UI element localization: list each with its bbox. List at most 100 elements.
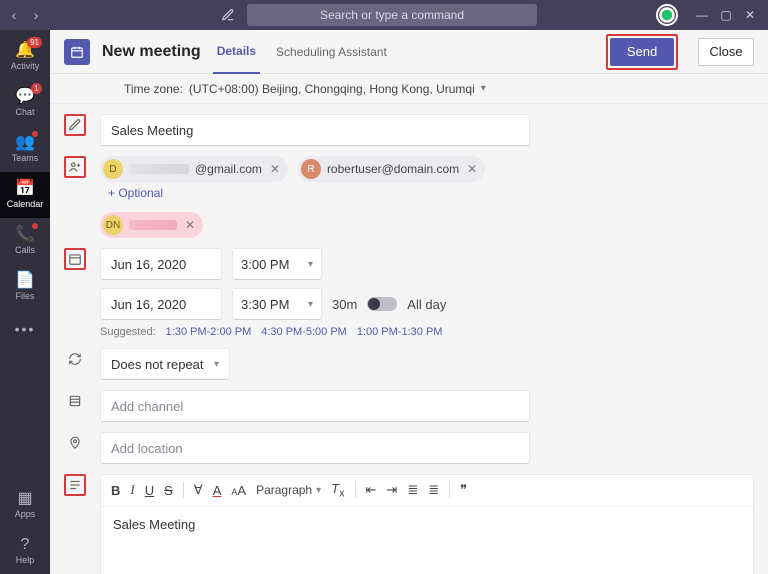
avatar[interactable] — [656, 4, 678, 26]
window-close-icon[interactable]: ✕ — [738, 8, 762, 22]
calendar-header-icon — [64, 39, 90, 65]
strike-button[interactable]: S — [164, 483, 173, 498]
end-date-input[interactable]: Jun 16, 2020 — [100, 288, 222, 320]
description-body[interactable]: Sales Meeting — [101, 507, 753, 574]
rail-label: Teams — [12, 153, 39, 163]
page-header: New meeting Details Scheduling Assistant… — [50, 30, 768, 74]
bulletlist-button[interactable]: ≣ — [407, 482, 418, 498]
rail-label: Calls — [15, 245, 35, 255]
rail-label: Chat — [15, 107, 34, 117]
rail-label: Calendar — [7, 199, 44, 209]
rail-more-icon[interactable]: ••• — [15, 314, 36, 344]
rail-teams[interactable]: 👥 Teams — [0, 126, 50, 172]
close-button[interactable]: Close — [698, 38, 754, 66]
repeat-select[interactable]: Does not repeat▾ — [100, 348, 230, 380]
suggested-time[interactable]: 4:30 PM-5:00 PM — [261, 326, 347, 338]
quote-button[interactable]: ❞ — [460, 482, 467, 498]
send-button[interactable]: Send — [610, 38, 674, 66]
nav-back-icon[interactable]: ‹ — [6, 7, 22, 23]
tab-details[interactable]: Details — [213, 30, 260, 74]
help-icon: ? — [21, 537, 30, 553]
window-minimize-icon[interactable]: — — [690, 8, 714, 22]
page-title: New meeting — [102, 43, 201, 61]
indent-button[interactable]: ⇥ — [386, 482, 397, 498]
clearformat-button[interactable]: Tx — [331, 481, 344, 500]
attendee-chip[interactable]: R robertuser@domain.com ✕ — [298, 156, 485, 182]
send-highlight: Send — [606, 34, 678, 70]
paragraph-select[interactable]: Paragraph▾ — [256, 483, 321, 497]
suggested-time[interactable]: 1:00 PM-1:30 PM — [357, 326, 443, 338]
numberlist-button[interactable]: ≣ — [428, 482, 439, 498]
italic-button[interactable]: I — [130, 482, 134, 498]
attendee-avatar: R — [301, 159, 321, 179]
rail-apps[interactable]: ▦ Apps — [0, 482, 50, 528]
channel-icon — [64, 390, 86, 412]
rail-calendar[interactable]: 📅 Calendar — [0, 172, 50, 218]
rail-label: Apps — [15, 509, 36, 519]
fontsize-button[interactable]: AA — [231, 483, 246, 498]
attendees-input[interactable]: D @gmail.com ✕ R robertuser@domain.com ✕… — [100, 156, 550, 238]
chevron-down-icon: ▾ — [308, 299, 313, 310]
chevron-down-icon: ▾ — [214, 359, 219, 370]
attendee-email: robertuser@domain.com — [327, 162, 459, 176]
remove-icon[interactable]: ✕ — [268, 162, 282, 176]
duration-label: 30m — [332, 297, 357, 312]
optional-link[interactable]: + Optional — [108, 186, 163, 200]
suggested-time[interactable]: 1:30 PM-2:00 PM — [166, 326, 252, 338]
search-input[interactable]: Search or type a command — [247, 4, 537, 26]
underline-button[interactable]: U — [145, 483, 154, 498]
calls-dot — [32, 223, 38, 229]
allday-toggle[interactable] — [367, 297, 397, 311]
suggested-label: Suggested: — [100, 326, 156, 338]
chevron-down-icon: ▾ — [481, 83, 486, 94]
description-icon — [64, 474, 86, 496]
activity-badge: 91 — [27, 37, 42, 48]
remove-icon[interactable]: ✕ — [183, 218, 197, 232]
teams-dot — [32, 131, 38, 137]
rail-label: Files — [15, 291, 34, 301]
timezone-row[interactable]: Time zone: (UTC+08:00) Beijing, Chongqin… — [50, 74, 768, 104]
calls-icon: 📞 — [15, 227, 35, 243]
description-editor[interactable]: B I U S ∀ A AA Paragraph▾ Tx ⇤ — [100, 474, 754, 574]
title-bar: ‹ › Search or type a command — ▢ ✕ — [0, 0, 768, 30]
calendar-icon — [64, 248, 86, 270]
attendee-email-suffix: @gmail.com — [195, 162, 262, 176]
fontcolor-button[interactable]: A — [213, 483, 222, 498]
rail-chat[interactable]: 1 💬 Chat — [0, 80, 50, 126]
end-time-input[interactable]: 3:30 PM▾ — [232, 288, 322, 320]
allday-label: All day — [407, 297, 446, 312]
outdent-button[interactable]: ⇤ — [366, 482, 377, 498]
rail-help[interactable]: ? Help — [0, 528, 50, 574]
remove-icon[interactable]: ✕ — [465, 162, 479, 176]
start-date-input[interactable]: Jun 16, 2020 — [100, 248, 222, 280]
calendar-icon: 📅 — [15, 181, 35, 197]
chat-badge: 1 — [31, 83, 42, 94]
chevron-down-icon: ▾ — [308, 259, 313, 270]
attendee-avatar: D — [103, 159, 123, 179]
tab-scheduling-assistant[interactable]: Scheduling Assistant — [272, 30, 391, 74]
meeting-title-input[interactable]: Sales Meeting — [100, 114, 530, 146]
teams-icon: 👥 — [15, 135, 35, 151]
highlight-button[interactable]: ∀ — [194, 482, 203, 498]
attendee-redacted — [129, 164, 189, 174]
location-icon — [64, 432, 86, 454]
start-time-input[interactable]: 3:00 PM▾ — [232, 248, 322, 280]
timezone-value: (UTC+08:00) Beijing, Chongqing, Hong Kon… — [189, 82, 475, 96]
rail-calls[interactable]: 📞 Calls — [0, 218, 50, 264]
pencil-icon — [64, 114, 86, 136]
attendee-avatar: DN — [103, 215, 123, 235]
apps-icon: ▦ — [17, 491, 32, 507]
repeat-icon — [64, 348, 86, 370]
window-maximize-icon[interactable]: ▢ — [714, 8, 738, 22]
timezone-prefix: Time zone: — [124, 82, 183, 96]
nav-forward-icon[interactable]: › — [28, 7, 44, 23]
bold-button[interactable]: B — [111, 483, 120, 498]
attendee-chip[interactable]: DN ✕ — [100, 212, 203, 238]
location-input[interactable]: Add location — [100, 432, 530, 464]
attendee-chip[interactable]: D @gmail.com ✕ — [100, 156, 288, 182]
files-icon: 📄 — [15, 273, 35, 289]
compose-icon[interactable] — [219, 6, 237, 24]
channel-input[interactable]: Add channel — [100, 390, 530, 422]
rail-files[interactable]: 📄 Files — [0, 264, 50, 310]
rail-activity[interactable]: 91 🔔 Activity — [0, 34, 50, 80]
